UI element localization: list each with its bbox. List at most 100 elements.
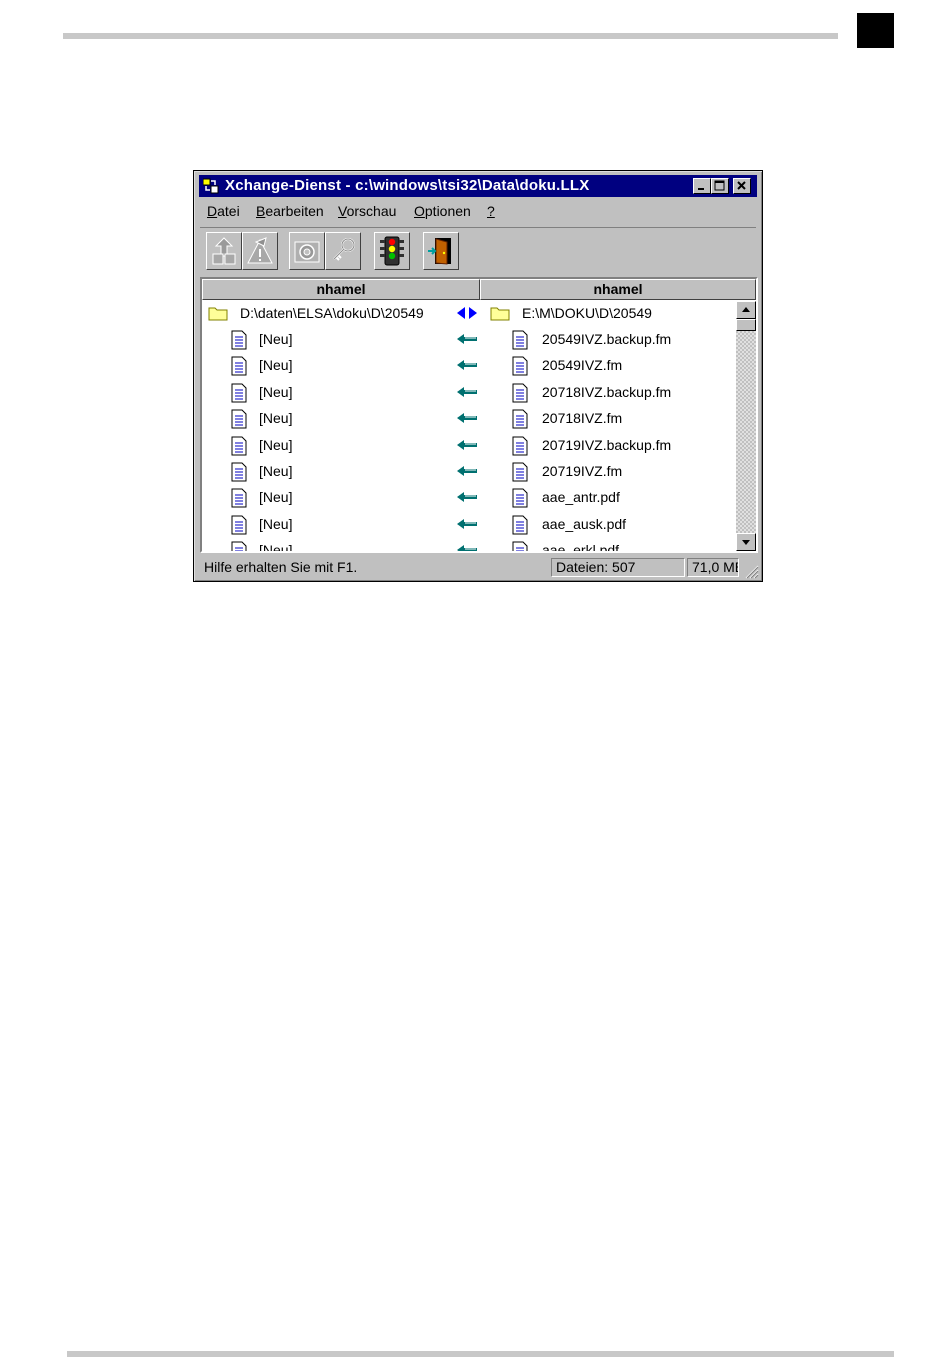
file-row[interactable]: [Neu] 20718IVZ.fm [202,406,735,432]
right-folder-path: E:\M\DOKU\D\20549 [522,305,652,321]
minimize-button[interactable] [693,178,711,194]
left-file-name: [Neu] [259,357,293,373]
document-icon [512,409,528,429]
left-arrow-icon [457,334,477,344]
vertical-scrollbar[interactable] [736,301,756,551]
bidirectional-arrow-icon [457,307,477,319]
left-file-name: [Neu] [259,463,293,479]
right-file-name: 20718IVZ.backup.fm [542,384,672,400]
menu-vorschau[interactable]: Vorschau [338,203,396,219]
file-row[interactable]: [Neu] aae_antr.pdf [202,485,735,511]
settings-button[interactable] [289,232,325,270]
document-icon [512,515,528,535]
document-icon [231,462,247,482]
document-icon [231,383,247,403]
left-file-name: [Neu] [259,489,293,505]
left-column-header[interactable]: nhamel [202,279,480,300]
sync-button[interactable] [206,232,242,270]
close-button[interactable] [733,178,751,194]
top-rule [63,33,838,39]
left-arrow-icon [457,360,477,370]
file-row[interactable]: [Neu] aae_erkl.pdf [202,538,735,553]
app-icon[interactable] [203,178,219,194]
document-icon [512,383,528,403]
scroll-thumb[interactable] [736,319,756,331]
left-file-name: [Neu] [259,516,293,532]
left-arrow-icon [457,440,477,450]
menu-help[interactable]: ? [487,203,495,219]
menu-help-label: ? [487,203,495,219]
document-icon [231,541,247,551]
left-file-name: [Neu] [259,384,293,400]
scroll-down-button[interactable] [736,533,756,551]
left-arrow-icon [457,519,477,529]
document-icon [512,541,528,551]
xchange-window: Xchange-Dienst - c:\windows\tsi32\Data\d… [193,170,763,582]
right-file-name: 20549IVZ.backup.fm [542,331,672,347]
document-icon [512,488,528,508]
arrow-down-icon [742,540,750,545]
menu-datei-label: Datei [207,203,240,219]
resize-grip-icon[interactable] [743,563,759,579]
scroll-up-button[interactable] [736,301,756,319]
title-bar[interactable]: Xchange-Dienst - c:\windows\tsi32\Data\d… [199,175,757,197]
left-arrow-icon [457,492,477,502]
menu-optionen-label: Optionen [414,203,471,219]
menu-bearbeiten-label: Bearbeiten [256,203,324,219]
right-file-name: aae_antr.pdf [542,489,620,505]
right-file-name: 20549IVZ.fm [542,357,623,373]
document-icon [512,436,528,456]
settings-icon [294,241,320,263]
file-row[interactable]: [Neu] aae_ausk.pdf [202,512,735,538]
key-button[interactable] [325,232,361,270]
left-arrow-icon [457,387,477,397]
left-file-name: [Neu] [259,331,293,347]
folder-icon [208,307,228,321]
menu-vorschau-label: Vorschau [338,203,397,219]
bottom-rule [67,1351,894,1357]
maximize-button[interactable] [711,178,729,194]
document-icon [231,436,247,456]
status-bar: Hilfe erhalten Sie mit F1. Dateien: 507 … [199,557,759,579]
key-icon [333,238,355,261]
exit-door-icon [428,238,451,265]
maximize-icon [714,180,725,191]
document-icon [231,409,247,429]
document-icon [231,515,247,535]
status-size: 71,0 MB [687,558,739,577]
traffic-light-button[interactable] [374,232,410,270]
toolbar [200,227,756,278]
warning-icon [247,237,273,264]
document-icon [512,330,528,350]
left-arrow-icon [457,413,477,423]
warning-button[interactable] [242,232,278,270]
left-file-name: [Neu] [259,437,293,453]
document-icon [512,356,528,376]
window-title: Xchange-Dienst - c:\windows\tsi32\Data\d… [225,177,590,194]
file-row[interactable]: [Neu] 20549IVZ.fm [202,353,735,379]
right-file-name: aae_erkl.pdf [542,542,620,553]
document-icon [231,330,247,350]
exit-button[interactable] [423,232,459,270]
file-row[interactable]: [Neu] 20719IVZ.backup.fm [202,433,735,459]
arrow-up-icon [742,307,750,312]
menu-optionen[interactable]: Optionen [414,203,471,219]
right-column-header[interactable]: nhamel [480,279,756,300]
sync-icon [212,237,236,265]
file-row[interactable]: [Neu] 20718IVZ.backup.fm [202,380,735,406]
menu-datei[interactable]: Datei [207,203,240,219]
folder-row[interactable]: D:\daten\ELSA\doku\D\20549 E:\M\DOKU\D\2… [202,301,735,327]
left-arrow-icon [457,545,477,551]
right-file-name: 20719IVZ.backup.fm [542,437,672,453]
traffic-light-icon [380,236,404,266]
file-row[interactable]: [Neu] 20719IVZ.fm [202,459,735,485]
left-file-name: [Neu] [259,410,293,426]
left-file-name: [Neu] [259,542,293,553]
compare-list[interactable]: nhamel nhamel D:\daten\ELSA\doku\D\20549… [200,277,758,553]
menu-bearbeiten[interactable]: Bearbeiten [256,203,324,219]
file-row[interactable]: [Neu] 20549IVZ.backup.fm [202,327,735,353]
status-file-count: Dateien: 507 [551,558,685,577]
document-icon [231,488,247,508]
right-file-name: 20718IVZ.fm [542,410,623,426]
left-arrow-icon [457,466,477,476]
